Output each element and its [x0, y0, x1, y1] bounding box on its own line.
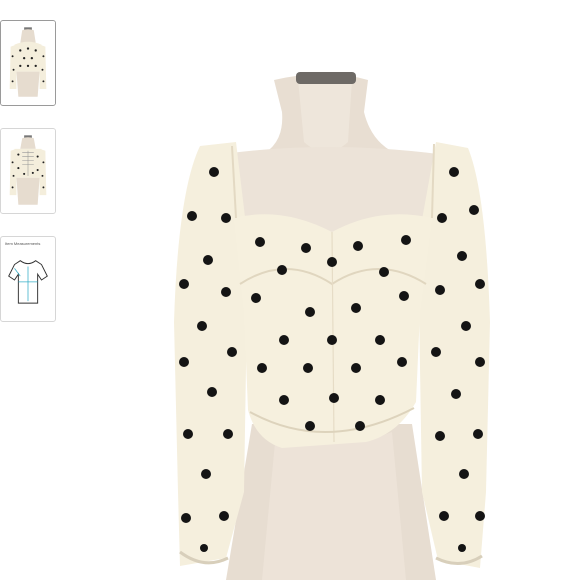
thumbnail-front-view[interactable] [0, 20, 56, 106]
thumbnail-back-view[interactable] [0, 128, 56, 214]
product-photo [76, 22, 580, 580]
product-main-image [76, 22, 580, 580]
size-chart-label: Item Measurements [5, 241, 41, 246]
thumbnail-size-chart[interactable]: Item Measurements [0, 236, 56, 322]
thumbnail-rail: Item Measurements [0, 0, 60, 580]
